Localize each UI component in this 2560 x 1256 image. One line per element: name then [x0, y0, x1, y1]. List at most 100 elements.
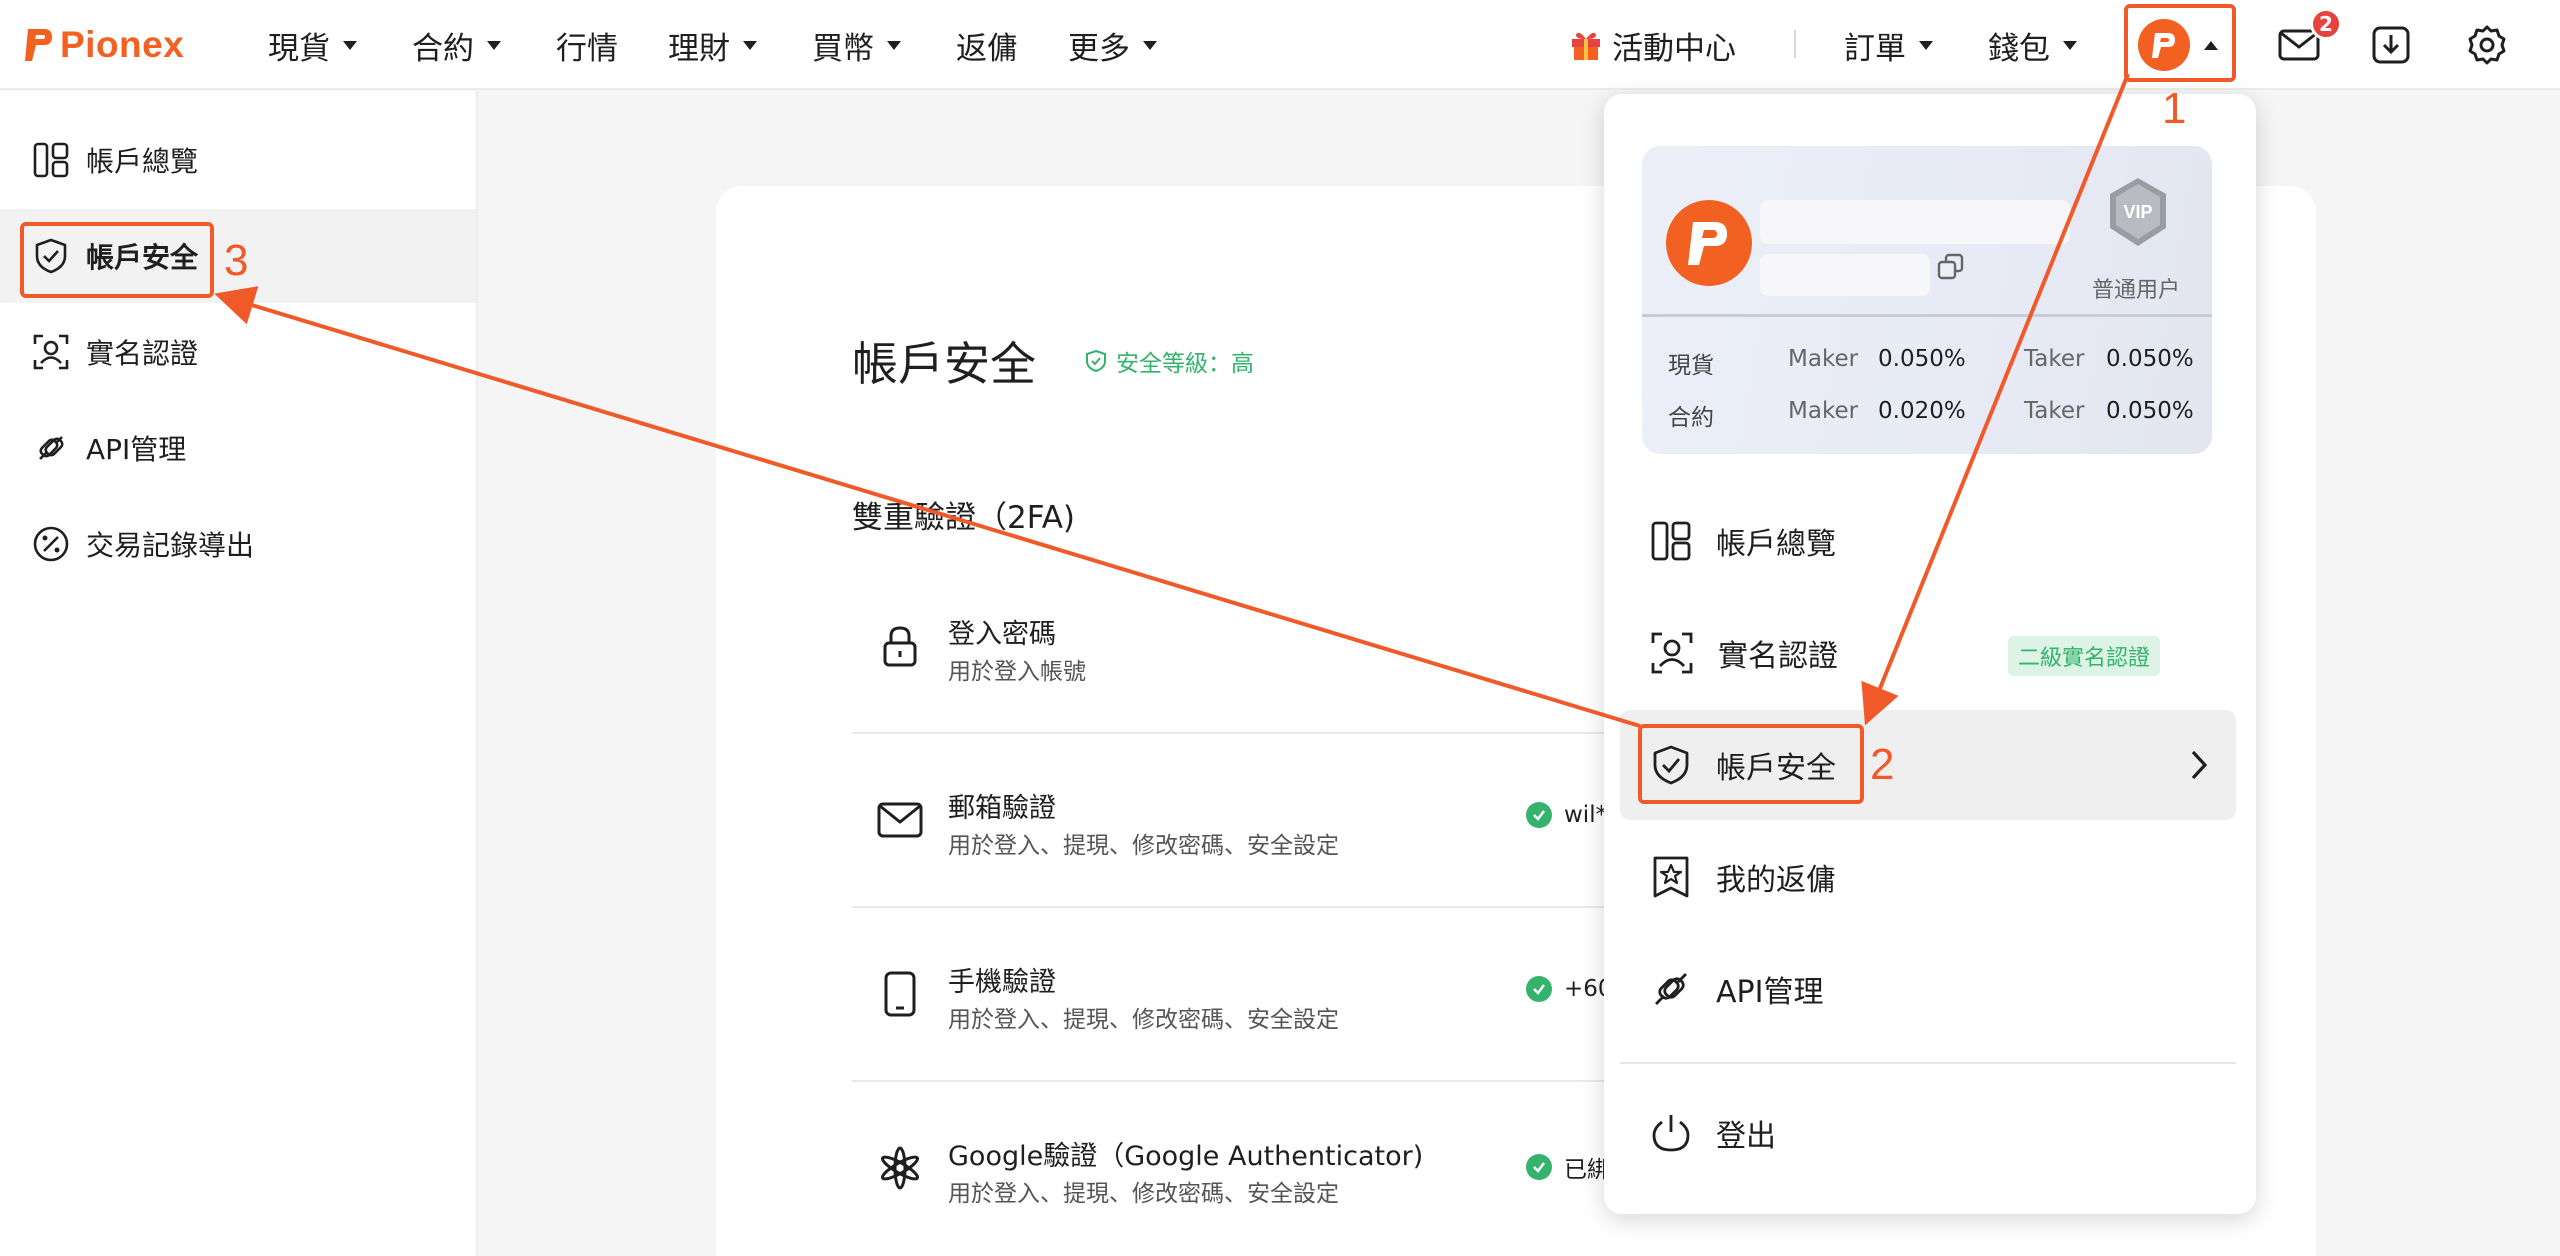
mail-icon [872, 792, 928, 848]
pionex-logo-mark-icon [24, 25, 54, 65]
fee-row-spot: 現貨 Maker 0.050% Taker 0.050% [1642, 340, 2212, 380]
nav-earn[interactable]: 理財 [668, 22, 757, 68]
user-id-icon [33, 334, 69, 370]
annotation-number-1: 1 [2162, 84, 2187, 133]
user-id-icon [1651, 632, 1693, 674]
sidebar-item-overview[interactable]: 帳戶總覽 [0, 113, 476, 207]
menu-item-label: 帳戶總覽 [1716, 527, 1836, 562]
check-circle-icon [1526, 802, 1552, 828]
pionex-avatar-icon [1688, 222, 1727, 265]
annotation-box-sidebar-security [20, 222, 214, 298]
events-center-link[interactable]: 活動中心 [1568, 22, 1736, 68]
settings-button[interactable] [2460, 18, 2514, 72]
menu-item-api[interactable]: API管理 [1620, 934, 2236, 1044]
section-title-2fa: 雙重驗證（2FA) [852, 500, 1076, 536]
menu-item-label: API管理 [1716, 975, 1824, 1010]
annotation-box-account-menu [2124, 4, 2236, 82]
annotation-number-3: 3 [224, 236, 249, 285]
menu-item-overview[interactable]: 帳戶總覽 [1620, 486, 2236, 596]
dashboard-icon [33, 142, 69, 178]
caret-down-icon [1919, 40, 1933, 50]
page-title: 帳戶安全 [852, 337, 1036, 391]
caret-down-icon [1143, 40, 1157, 50]
sidebar-item-api[interactable]: API管理 [0, 401, 476, 495]
nav-buy-crypto-label: 買幣 [812, 30, 874, 67]
nav-more[interactable]: 更多 [1068, 22, 1157, 68]
chevron-right-icon [2186, 748, 2212, 782]
nav-buy-crypto[interactable]: 買幣 [812, 22, 901, 68]
nav-orders-label: 訂單 [1844, 30, 1906, 67]
row-status: wil* [1526, 802, 1607, 828]
nav-wallet-label: 錢包 [1988, 30, 2050, 67]
events-center-label: 活動中心 [1612, 30, 1736, 67]
maker-fee-value: 0.020% [1878, 398, 1966, 424]
download-button[interactable] [2364, 18, 2418, 72]
row-subtitle: 用於登入、提現、修改密碼、安全設定 [948, 1007, 1339, 1033]
nav-earn-label: 理財 [668, 30, 730, 67]
nav-markets-label: 行情 [556, 30, 618, 67]
nav-referral[interactable]: 返傭 [956, 22, 1018, 68]
menu-item-label: 實名認證 [1718, 639, 1838, 674]
check-circle-icon [1526, 1154, 1552, 1180]
menu-item-logout[interactable]: 登出 [1620, 1078, 2236, 1188]
authenticator-icon [872, 1140, 928, 1196]
nav-wallet[interactable]: 錢包 [1988, 22, 2077, 68]
nav-referral-label: 返傭 [956, 30, 1018, 67]
phone-icon [872, 966, 928, 1022]
row-subtitle: 用於登入、提現、修改密碼、安全設定 [948, 1181, 1339, 1207]
avatar [1666, 200, 1752, 286]
sidebar-item-label: 實名認證 [86, 337, 199, 370]
annotation-number-2: 2 [1870, 740, 1895, 789]
nav-spot-label: 現貨 [268, 30, 330, 67]
row-title: 手機驗證 [948, 967, 1056, 998]
masked-username [1760, 200, 2070, 244]
gift-icon [1568, 27, 1604, 63]
sidebar-item-export[interactable]: 交易記錄導出 [0, 497, 476, 591]
taker-label: Taker [2024, 346, 2085, 372]
sidebar-item-label: 帳戶總覽 [86, 145, 199, 178]
menu-item-rebates[interactable]: 我的返傭 [1620, 822, 2236, 932]
lock-icon [872, 618, 928, 674]
caret-down-icon [343, 40, 357, 50]
link-plug-icon [1655, 973, 1687, 1005]
caret-down-icon [743, 40, 757, 50]
nav-orders[interactable]: 訂單 [1844, 22, 1933, 68]
sidebar-item-label: 交易記錄導出 [86, 529, 255, 562]
security-level-indicator: 安全等級：高 [1084, 344, 1254, 378]
gear-icon [2468, 25, 2506, 65]
taker-label: Taker [2024, 398, 2085, 424]
row-status-value: wil* [1564, 802, 1608, 828]
security-level-text: 安全等級：高 [1116, 351, 1254, 377]
sidebar-item-identity[interactable]: 實名認證 [0, 305, 476, 399]
vip-badge-text: VIP [2123, 202, 2152, 222]
row-status: +60 [1526, 976, 1613, 1002]
taker-fee-value: 0.050% [2106, 398, 2194, 424]
menu-item-label: 我的返傭 [1716, 863, 1836, 898]
dashboard-icon [1651, 521, 1691, 561]
nav-futures[interactable]: 合約 [412, 22, 501, 68]
row-status: 已綁 [1526, 1150, 1610, 1184]
fee-market-name: 合約 [1668, 405, 1714, 431]
maker-label: Maker [1788, 346, 1859, 372]
download-icon [2372, 26, 2410, 64]
nav-spot[interactable]: 現貨 [268, 22, 357, 68]
taker-fee-value: 0.050% [2106, 346, 2194, 372]
nav-markets[interactable]: 行情 [556, 22, 618, 68]
maker-label: Maker [1788, 398, 1859, 424]
shield-check-icon [1086, 349, 1106, 373]
star-bookmark-icon [1653, 856, 1689, 898]
fee-row-futures: 合約 Maker 0.020% Taker 0.050% [1642, 392, 2212, 432]
masked-user-id [1760, 254, 1930, 296]
fee-market-name: 現貨 [1668, 353, 1714, 379]
identity-level-badge: 二級實名認證 [2008, 636, 2161, 676]
copy-icon[interactable] [1936, 252, 1966, 282]
vip-level-label: 普通用户 [2092, 278, 2181, 303]
brand-name: Pionex [60, 24, 185, 65]
row-subtitle: 用於登入帳號 [948, 659, 1086, 685]
annotation-box-dropdown-security [1638, 724, 1864, 804]
row-title: 郵箱驗證 [948, 793, 1056, 824]
nav-futures-label: 合約 [412, 30, 474, 67]
pionex-logo[interactable]: Pionex [24, 22, 184, 68]
user-card-divider [1642, 314, 2212, 317]
check-circle-icon [1526, 976, 1552, 1002]
